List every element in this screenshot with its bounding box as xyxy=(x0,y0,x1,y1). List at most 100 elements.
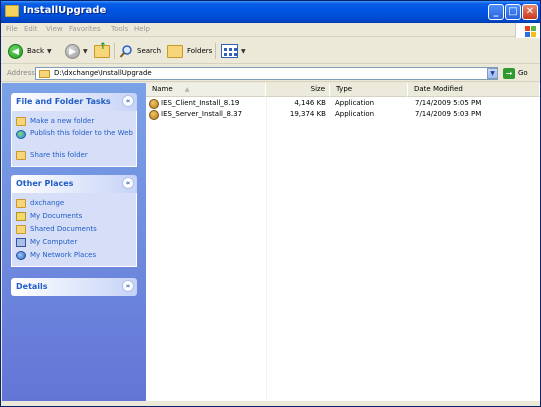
column-header-name[interactable]: Name ▲ xyxy=(146,83,266,97)
application-icon xyxy=(149,99,159,109)
menu-edit[interactable]: Edit xyxy=(24,25,38,33)
task-share-folder[interactable]: Share this folder xyxy=(12,149,136,162)
file-date: 7/14/2009 5:05 PM xyxy=(415,99,482,107)
file-size: 4,146 KB xyxy=(294,99,326,107)
place-label: Shared Documents xyxy=(30,225,97,233)
explorer-window: InstallUpgrade _ □ ✕ File Edit View Favo… xyxy=(0,0,541,407)
search-label: Search xyxy=(137,47,162,55)
panel-body: Make a new folder Publish this folder to… xyxy=(11,111,137,167)
task-label: Make a new folder xyxy=(30,117,95,125)
search-button[interactable]: Search xyxy=(119,42,161,60)
details-panel: Details » xyxy=(11,278,137,296)
toolbar-separator xyxy=(215,43,216,59)
sort-ascending-icon: ▲ xyxy=(184,86,190,93)
place-shared-documents[interactable]: Shared Documents xyxy=(12,223,136,236)
task-label: Publish this folder to the Web xyxy=(30,129,133,137)
folder-icon xyxy=(5,5,19,17)
views-icon xyxy=(221,44,238,58)
address-bar: Address D:\dxchange\InstallUpgrade ▼ → G… xyxy=(1,65,540,82)
address-path: D:\dxchange\InstallUpgrade xyxy=(54,69,152,77)
folder-icon xyxy=(16,225,26,234)
back-button[interactable]: ◀ Back ▼ xyxy=(8,42,52,60)
minimize-button[interactable]: _ xyxy=(488,4,504,20)
search-icon xyxy=(119,44,134,59)
chevron-down-icon: ▼ xyxy=(47,47,52,55)
go-button[interactable]: Go xyxy=(518,69,528,77)
file-list: Name ▲ Size Type Date Modified IES_Clien… xyxy=(146,83,540,401)
place-my-computer[interactable]: My Computer xyxy=(12,236,136,249)
task-label: Share this folder xyxy=(30,151,88,159)
task-make-new-folder[interactable]: Make a new folder xyxy=(12,115,136,128)
toolbar-separator xyxy=(114,43,115,59)
panel-body: dxchange My Documents Shared Documents M… xyxy=(11,193,137,267)
title-bar[interactable]: InstallUpgrade _ □ ✕ xyxy=(1,1,540,23)
other-places-header[interactable]: Other Places « xyxy=(11,175,137,193)
chevron-down-icon: ▼ xyxy=(241,47,246,55)
collapse-icon[interactable]: « xyxy=(122,95,134,107)
menu-bar: File Edit View Favorites Tools Help xyxy=(1,23,540,37)
window-bottom-border xyxy=(1,401,540,406)
folders-label: Folders xyxy=(187,47,213,55)
details-header[interactable]: Details » xyxy=(11,278,137,296)
file-row[interactable]: IES_Server_Install_8.37 19,374 KB Applic… xyxy=(146,109,540,120)
task-pane: File and Folder Tasks « Make a new folde… xyxy=(2,83,146,401)
file-type: Application xyxy=(335,110,375,118)
up-folder-button[interactable]: ↑ xyxy=(94,42,110,60)
place-label: My Documents xyxy=(30,212,83,220)
folder-icon xyxy=(16,199,26,208)
file-row[interactable]: IES_Client_Install_8.19 4,146 KB Applica… xyxy=(146,98,540,109)
maximize-button[interactable]: □ xyxy=(505,4,521,20)
column-header-date-modified[interactable]: Date Modified xyxy=(408,83,540,97)
close-button[interactable]: ✕ xyxy=(522,4,538,20)
place-dxchange[interactable]: dxchange xyxy=(12,197,136,210)
folders-icon xyxy=(167,44,183,58)
menu-favorites[interactable]: Favorites xyxy=(69,25,101,33)
place-my-network-places[interactable]: My Network Places xyxy=(12,249,136,262)
panel-title: Details xyxy=(16,282,48,291)
other-places-panel: Other Places « dxchange My Documents Sha… xyxy=(11,175,137,267)
folders-button[interactable]: Folders xyxy=(167,42,212,60)
file-folder-tasks-panel: File and Folder Tasks « Make a new folde… xyxy=(11,93,137,167)
sorted-column-shade xyxy=(266,97,267,401)
share-folder-icon xyxy=(16,151,26,160)
globe-icon xyxy=(16,130,26,139)
window-title: InstallUpgrade xyxy=(23,5,107,16)
new-folder-icon xyxy=(16,117,26,126)
column-header-type[interactable]: Type xyxy=(330,83,408,97)
folder-icon xyxy=(39,70,50,78)
network-icon xyxy=(16,251,26,260)
panel-title: File and Folder Tasks xyxy=(16,97,111,106)
place-label: My Computer xyxy=(30,238,78,246)
application-icon xyxy=(149,110,159,120)
menu-view[interactable]: View xyxy=(46,25,63,33)
task-publish-folder-web[interactable]: Publish this folder to the Web xyxy=(12,128,136,149)
back-label: Back xyxy=(27,47,44,55)
menu-tools[interactable]: Tools xyxy=(111,25,128,33)
place-my-documents[interactable]: My Documents xyxy=(12,210,136,223)
windows-logo-icon xyxy=(515,23,540,39)
address-dropdown-button[interactable]: ▼ xyxy=(487,68,498,79)
column-header-size[interactable]: Size xyxy=(266,83,330,97)
computer-icon xyxy=(16,238,26,247)
menu-help[interactable]: Help xyxy=(134,25,150,33)
address-label: Address xyxy=(7,69,35,77)
menu-file[interactable]: File xyxy=(6,25,18,33)
column-label: Name xyxy=(152,85,173,93)
file-type: Application xyxy=(335,99,375,107)
address-input[interactable]: D:\dxchange\InstallUpgrade xyxy=(35,67,498,80)
panel-title: Other Places xyxy=(16,179,74,188)
up-folder-icon: ↑ xyxy=(94,42,110,58)
go-arrow-icon[interactable]: → xyxy=(503,68,515,79)
back-arrow-icon: ◀ xyxy=(8,43,23,59)
forward-button[interactable]: ▶ ▼ xyxy=(65,42,88,60)
forward-arrow-icon: ▶ xyxy=(65,43,80,59)
toolbar: ◀ Back ▼ ▶ ▼ ↑ Search Folders ▼ xyxy=(1,38,540,64)
file-date: 7/14/2009 5:03 PM xyxy=(415,110,482,118)
place-label: My Network Places xyxy=(30,251,97,259)
expand-icon[interactable]: » xyxy=(122,280,134,292)
file-size: 19,374 KB xyxy=(289,110,326,118)
file-folder-tasks-header[interactable]: File and Folder Tasks « xyxy=(11,93,137,111)
file-name: IES_Client_Install_8.19 xyxy=(161,99,240,107)
collapse-icon[interactable]: « xyxy=(122,177,134,189)
views-button[interactable]: ▼ xyxy=(221,42,246,60)
